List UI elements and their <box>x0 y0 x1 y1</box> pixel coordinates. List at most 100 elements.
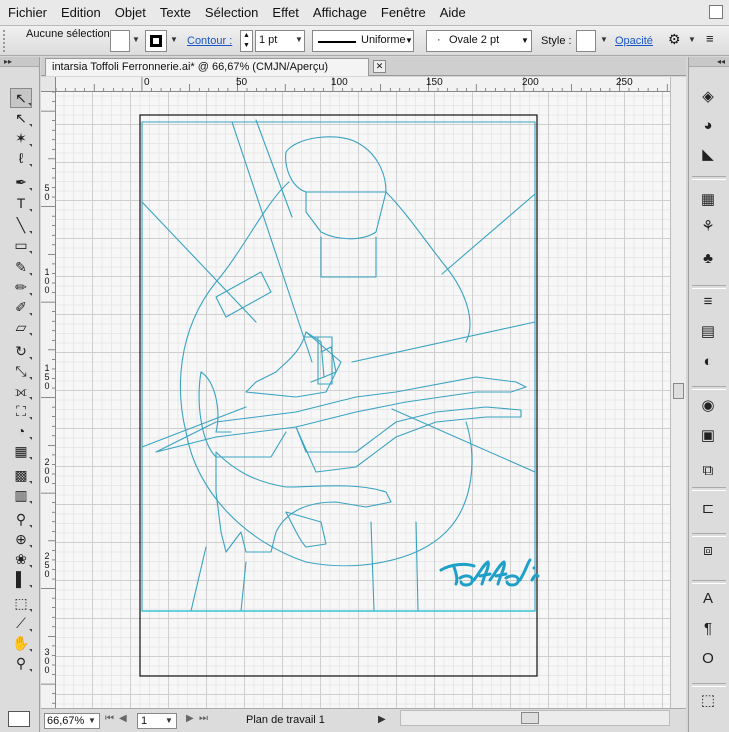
rotate-tool-icon[interactable]: ↻ <box>10 341 32 361</box>
graphic-style-arrow[interactable]: ▼ <box>600 35 608 44</box>
opentype-panel-icon[interactable]: O <box>697 647 719 669</box>
transparency-panel-icon[interactable]: ◐ <box>697 350 719 372</box>
pencil-tool-icon[interactable]: ✏ <box>10 277 32 297</box>
last-artboard-button[interactable]: ⏭ <box>199 713 208 724</box>
type-tool-icon[interactable]: T <box>10 193 32 213</box>
canvas-area[interactable] <box>56 92 670 708</box>
menu-fichier[interactable]: Fichier <box>8 5 47 20</box>
stroke-profile-select[interactable]: Uniforme ▼ <box>312 30 414 52</box>
pen-tool-icon[interactable]: ✒ <box>10 172 32 192</box>
stroke-weight-dropdown[interactable]: ▼ <box>295 35 303 44</box>
symbol-sprayer-tool-icon[interactable]: ❀ <box>10 549 32 569</box>
column-graph-tool-icon[interactable]: ▌ <box>10 569 32 589</box>
ruler-label-v50: 5 0 <box>44 183 50 202</box>
graphic-styles-panel-icon[interactable]: ▣ <box>697 424 719 446</box>
brush-select[interactable]: · Ovale 2 pt ▼ <box>426 30 532 52</box>
gradient-panel-icon[interactable]: ▤ <box>697 320 719 342</box>
stroke-dropdown-arrow[interactable]: ▼ <box>170 35 178 44</box>
anvil-base <box>285 511 327 548</box>
horizontal-scroll-thumb[interactable] <box>521 712 539 724</box>
previous-artboard-button[interactable]: ◀ <box>119 713 127 724</box>
control-panel-menu-icon[interactable]: ≡ <box>706 31 724 51</box>
mesh-tool-icon[interactable]: ▩ <box>10 465 32 485</box>
artboard-tool-icon[interactable]: ⬚ <box>10 593 32 613</box>
zoom-dropdown-arrow[interactable]: ▼ <box>88 716 96 725</box>
perspective-grid-tool-icon[interactable]: ▦ <box>10 441 32 461</box>
gradient-tool-icon[interactable]: ▥ <box>10 485 32 505</box>
rectangle-tool-icon[interactable]: ▭ <box>10 235 32 255</box>
document-setup-icon[interactable]: ⚙ <box>668 31 686 51</box>
artboards-panel-icon[interactable]: ⬚ <box>697 689 719 711</box>
align-panel-icon[interactable]: ⊏ <box>697 497 719 519</box>
menu-aide[interactable]: Aide <box>440 5 466 20</box>
close-tab-icon[interactable]: ✕ <box>373 60 386 73</box>
zoom-tool-icon[interactable]: ⚲ <box>10 653 32 673</box>
blob-brush-tool-icon[interactable]: ✐ <box>10 297 32 317</box>
lasso-tool-icon[interactable]: ℓ <box>10 148 32 168</box>
shape-builder-tool-icon[interactable]: ◔ <box>10 421 32 441</box>
stroke-panel-icon[interactable]: ≡ <box>697 290 719 312</box>
width-tool-icon[interactable]: ⟗ <box>10 381 32 401</box>
opacity-link[interactable]: Opacité <box>615 35 653 47</box>
menu-objet[interactable]: Objet <box>115 5 146 20</box>
contour-label-link[interactable]: Contour : <box>187 35 232 47</box>
menu-effet[interactable]: Effet <box>272 5 299 20</box>
document-setup-arrow[interactable]: ▼ <box>688 35 696 44</box>
tools-panel-header[interactable]: ▸▸ <box>0 57 39 67</box>
fill-swatch[interactable] <box>110 30 130 52</box>
control-bar: Aucune sélection ▼ ▼ Contour : ▲ ▼ 1 pt ▼… <box>0 26 729 56</box>
stroke-swatch[interactable] <box>145 30 167 52</box>
panel-group-separator <box>692 176 726 180</box>
ruler-label-100: 100 <box>331 77 348 88</box>
vertical-ruler[interactable]: 5 0 1 0 0 1 5 0 2 0 0 2 5 0 3 0 0 <box>41 92 56 708</box>
horizontal-scrollbar[interactable] <box>400 710 670 726</box>
appearance-panel-icon[interactable]: ◉ <box>697 394 719 416</box>
fill-dropdown-arrow[interactable]: ▼ <box>132 35 140 44</box>
menu-edition[interactable]: Edition <box>61 5 101 20</box>
eraser-tool-icon[interactable]: ▱ <box>10 317 32 337</box>
window-control-button[interactable] <box>709 5 723 19</box>
slice-tool-icon[interactable]: ⟋ <box>10 613 32 633</box>
menu-fenetre[interactable]: Fenêtre <box>381 5 426 20</box>
scale-tool-icon[interactable]: ⤡ <box>10 361 32 381</box>
selection-tool-icon[interactable]: ↖ <box>10 88 32 108</box>
control-bar-grip[interactable] <box>3 30 7 52</box>
ruler-label-v250: 2 5 0 <box>44 551 50 579</box>
ruler-origin[interactable] <box>41 77 56 92</box>
pathfinder-panel-icon[interactable]: ⧈ <box>697 539 719 561</box>
vertical-scroll-thumb[interactable] <box>673 383 684 399</box>
menu-affichage[interactable]: Affichage <box>313 5 367 20</box>
paragraph-panel-icon[interactable]: ¶ <box>697 617 719 639</box>
swatches-panel-icon[interactable]: ▦ <box>697 188 719 210</box>
color-panel-icon[interactable]: ◕ <box>697 114 719 136</box>
first-artboard-button[interactable]: ⏮ <box>105 713 114 724</box>
fill-stroke-indicator[interactable] <box>8 711 30 727</box>
menu-selection[interactable]: Sélection <box>205 5 258 20</box>
line-tool-icon[interactable]: ╲ <box>10 215 32 235</box>
transform-panel-icon[interactable]: ⧉ <box>697 459 719 481</box>
magic-wand-tool-icon[interactable]: ✶ <box>10 128 32 148</box>
character-panel-icon[interactable]: A <box>697 587 719 609</box>
blend-tool-icon[interactable]: ⊕ <box>10 529 32 549</box>
horizontal-ruler[interactable]: 0 50 100 150 200 250 <box>56 77 670 92</box>
direct-selection-tool-icon[interactable]: ↖ <box>10 108 32 128</box>
panel-dock-header[interactable]: ◂◂ <box>689 57 729 67</box>
status-menu-arrow[interactable]: ▶ <box>378 714 386 725</box>
menu-texte[interactable]: Texte <box>160 5 191 20</box>
color-guide-panel-icon[interactable]: ◣ <box>697 143 719 165</box>
graphic-style-swatch[interactable] <box>576 30 596 52</box>
document-tab[interactable]: intarsia Toffoli Ferronnerie.ai* @ 66,67… <box>45 58 369 76</box>
hand-tool-icon[interactable]: ✋ <box>10 633 32 653</box>
artboard-dropdown-arrow[interactable]: ▼ <box>165 716 173 725</box>
brushes-panel-icon[interactable]: ⚘ <box>697 215 719 237</box>
stroke-weight-stepper[interactable]: ▲ ▼ <box>240 30 253 52</box>
menu-bar: Fichier Edition Objet Texte Sélection Ef… <box>0 0 729 26</box>
symbols-panel-icon[interactable]: ♣ <box>697 247 719 269</box>
eyedropper-tool-icon[interactable]: ⚲ <box>10 509 32 529</box>
vertical-scrollbar[interactable] <box>670 77 686 708</box>
ruler-label-v150: 1 5 0 <box>44 363 50 391</box>
free-transform-tool-icon[interactable]: ⛶ <box>10 401 32 421</box>
paintbrush-tool-icon[interactable]: ✎ <box>10 257 32 277</box>
layers-panel-icon[interactable]: ◈ <box>697 85 719 107</box>
next-artboard-button[interactable]: ▶ <box>186 713 194 724</box>
